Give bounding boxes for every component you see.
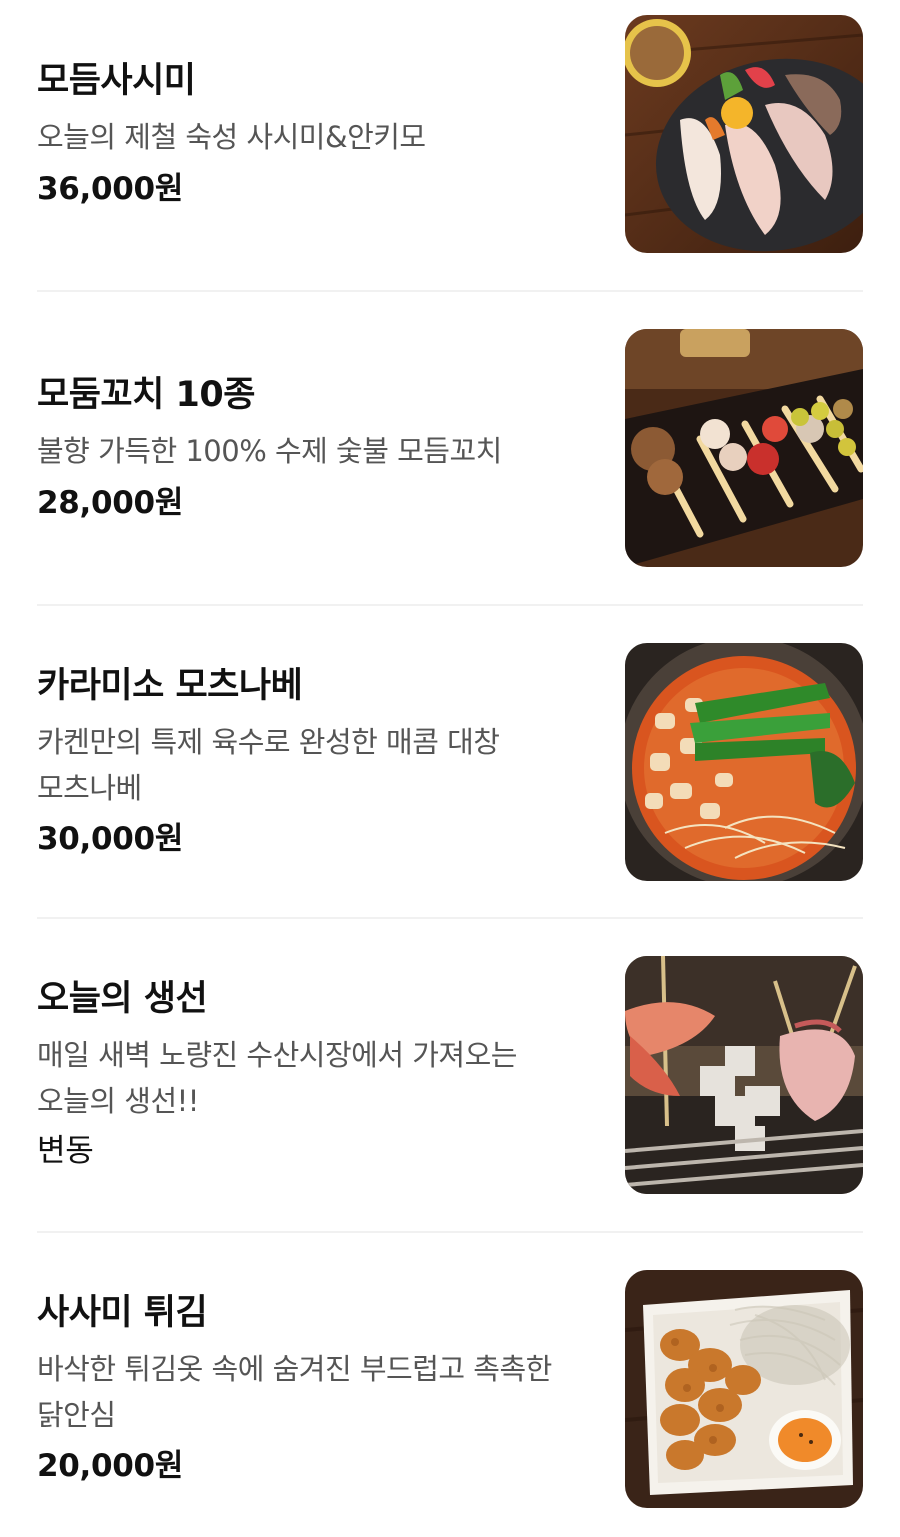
- menu-item[interactable]: 카라미소 모츠나베 카켄만의 특제 육수로 완성한 매콤 대창 모츠나베 30,…: [37, 643, 863, 881]
- menu-item-price: 30,000원: [37, 821, 184, 857]
- sashimi-platter-photo[interactable]: [625, 15, 863, 253]
- menu-item[interactable]: 모듬사시미 오늘의 제철 숙성 사시미&안키모 36,000원: [37, 15, 863, 253]
- menu-item-price: 36,000원: [37, 171, 184, 207]
- menu-item[interactable]: 모둠꼬치 10종 불향 가득한 100% 수제 숯불 모듬꼬치 28,000원: [37, 329, 863, 567]
- divider: [37, 1231, 863, 1233]
- fried-chicken-tenderloin-photo[interactable]: [625, 1270, 863, 1508]
- divider: [37, 917, 863, 919]
- divider: [37, 290, 863, 292]
- menu-item-name: 모둠꼬치 10종: [37, 375, 255, 415]
- menu-item-price: 변동: [37, 1133, 94, 1169]
- menu-list: 모듬사시미 오늘의 제철 숙성 사시미&안키모 36,000원 모둠꼬치 10종…: [0, 0, 900, 1537]
- skewers-photo[interactable]: [625, 329, 863, 567]
- menu-item-description: 오늘의 제철 숙성 사시미&안키모: [37, 120, 426, 154]
- menu-item-name: 카라미소 모츠나베: [37, 666, 303, 706]
- menu-item-price: 28,000원: [37, 485, 184, 521]
- menu-item-name: 모듬사시미: [37, 61, 196, 101]
- menu-item-description: 불향 가득한 100% 수제 숯불 모듬꼬치: [37, 434, 502, 468]
- menu-item-name: 오늘의 생선: [37, 979, 208, 1019]
- motsunabe-hotpot-photo[interactable]: [625, 643, 863, 881]
- menu-item-price: 20,000원: [37, 1448, 184, 1484]
- menu-item-description: 바삭한 튀김옷 속에 숨겨진 부드럽고 촉촉한 닭안심: [37, 1352, 552, 1432]
- menu-item[interactable]: 사사미 튀김 바삭한 튀김옷 속에 숨겨진 부드럽고 촉촉한 닭안심 20,00…: [37, 1270, 863, 1508]
- divider: [37, 604, 863, 606]
- menu-item-name: 사사미 튀김: [37, 1293, 208, 1333]
- menu-item-description: 카켄만의 특제 육수로 완성한 매콤 대창 모츠나베: [37, 725, 500, 805]
- menu-item-description: 매일 새벽 노량진 수산시장에서 가져오는 오늘의 생선!!: [37, 1038, 517, 1118]
- menu-item[interactable]: 오늘의 생선 매일 새벽 노량진 수산시장에서 가져오는 오늘의 생선!! 변동: [37, 956, 863, 1194]
- grilled-fish-photo[interactable]: [625, 956, 863, 1194]
